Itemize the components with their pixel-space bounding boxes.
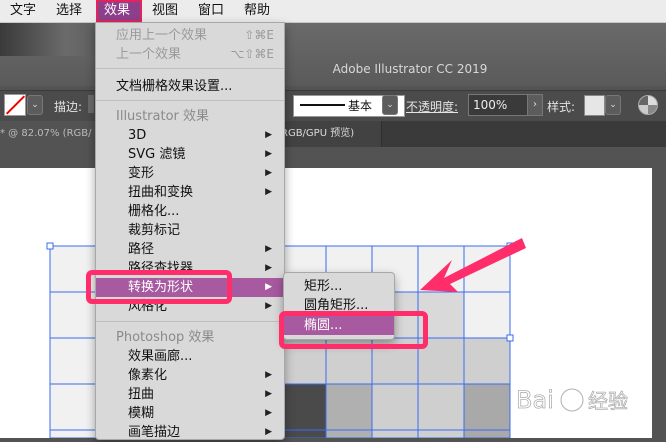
menu-item-warp[interactable]: 变形 ▶ bbox=[96, 164, 284, 183]
menu-item-blur[interactable]: 模糊 ▶ bbox=[96, 404, 284, 423]
annotation-box-convert-to-shape bbox=[86, 270, 232, 304]
menu-separator bbox=[96, 100, 284, 101]
effect-menu-dropdown: 应用上一个效果 ⇧⌘E 上一个效果 ⌥⇧⌘E 文档栅格效果设置... Illustr… bbox=[95, 22, 285, 440]
menu-item-crop-marks[interactable]: 裁剪标记 bbox=[96, 221, 284, 240]
submenu-item-rectangle[interactable]: 矩形... bbox=[284, 277, 394, 296]
menu-section-illustrator: Illustrator 效果 bbox=[116, 109, 210, 124]
svg-text:Bai: Bai bbox=[516, 386, 554, 414]
baidu-jingyan-watermark: Bai 经验 jingyan.baidu.com bbox=[516, 386, 629, 431]
menu-item-apply-last-effect: 应用上一个效果 ⇧⌘E bbox=[116, 28, 274, 43]
menu-item-distort[interactable]: 扭曲 ▶ bbox=[96, 385, 284, 404]
menu-separator bbox=[96, 321, 284, 322]
menu-item-last-effect: 上一个效果 ⌥⇧⌘E bbox=[116, 47, 274, 62]
menu-item-3d[interactable]: 3D ▶ bbox=[96, 126, 284, 145]
menu-item-path[interactable]: 路径 ▶ bbox=[96, 240, 284, 259]
svg-text:jingyan.baidu.com: jingyan.baidu.com bbox=[521, 418, 624, 431]
menu-item-document-raster-settings[interactable]: 文档栅格效果设置... bbox=[96, 77, 284, 96]
annotation-arrow-icon bbox=[420, 238, 526, 292]
menu-item-rasterize[interactable]: 栅格化... bbox=[96, 202, 284, 221]
svg-text:经验: 经验 bbox=[588, 389, 628, 413]
menu-separator bbox=[96, 68, 284, 69]
menu-item-brush-strokes[interactable]: 画笔描边 ▶ bbox=[96, 423, 284, 442]
menu-item-effect-gallery[interactable]: 效果画廊... bbox=[96, 347, 284, 366]
menu-item-svg-filters[interactable]: SVG 滤镜 ▶ bbox=[96, 145, 284, 164]
annotation-box-ellipse bbox=[279, 311, 428, 349]
menu-section-photoshop: Photoshop 效果 bbox=[116, 330, 215, 345]
menu-item-pixelate[interactable]: 像素化 ▶ bbox=[96, 366, 284, 385]
menu-item-distort-transform[interactable]: 扭曲和变换 ▶ bbox=[96, 183, 284, 202]
